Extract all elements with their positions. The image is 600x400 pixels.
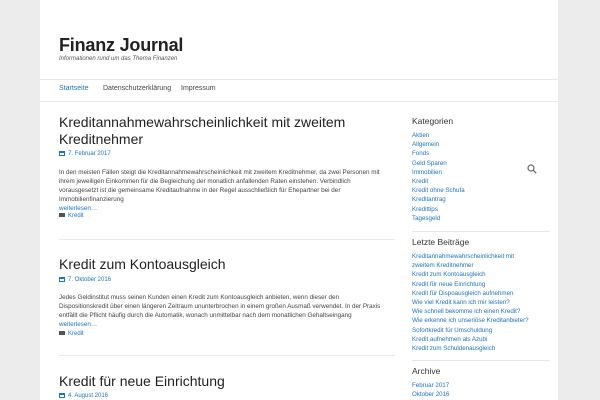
post-excerpt: Jedes Geldinstitut muss seinen Kunden ei… xyxy=(59,293,389,329)
site-title[interactable]: Finanz Journal xyxy=(59,35,183,56)
recent-post-link[interactable]: zweitem Kreditnehmer xyxy=(412,261,529,270)
recent-post-link[interactable]: Sofortkredit für Umschuldung xyxy=(412,326,529,335)
category-link[interactable]: Geld Sparen xyxy=(412,159,465,168)
archive-link[interactable]: Oktober 2016 xyxy=(412,390,450,399)
post-divider xyxy=(59,239,395,240)
site-header: Finanz Journal Informationen rund um das… xyxy=(40,0,558,80)
post-category[interactable]: Kredit xyxy=(59,213,84,219)
calendar-icon xyxy=(59,151,65,156)
main-navigation: Startseite Datenschutzerklärung Impressu… xyxy=(40,80,558,174)
folder-icon xyxy=(59,213,65,217)
excerpt-text: In den meisten Fällen steigt die Kredita… xyxy=(59,169,380,203)
widget-title-categories: Kategorien xyxy=(412,116,454,126)
category-link[interactable]: Aktien xyxy=(412,131,465,140)
category-link[interactable]: Allgemein xyxy=(412,140,465,149)
recent-posts-list: Kreditannahmewahrscheinlichkeit mit zwei… xyxy=(412,252,529,353)
calendar-icon xyxy=(59,393,65,398)
recent-post-link[interactable]: Kreditannahmewahrscheinlichkeit mit xyxy=(412,252,529,261)
site-description: Informationen rund um das Thema Finanzen xyxy=(59,56,178,62)
nav-divider xyxy=(40,101,558,102)
read-more-link[interactable]: weiterlesen… xyxy=(59,321,97,328)
recent-post-link[interactable]: Kredit für Dispoausgleich aufnehmen xyxy=(412,289,529,298)
search-icon[interactable] xyxy=(527,164,537,174)
folder-icon xyxy=(59,331,65,335)
page: Finanz Journal Informationen rund um das… xyxy=(40,0,558,400)
post-title[interactable]: Kredit für neue Einrichtung xyxy=(59,373,389,390)
category-link[interactable]: Kreditantrag xyxy=(412,195,465,204)
post-date-text[interactable]: 7. Oktober 2016 xyxy=(68,277,111,283)
read-more-link[interactable]: weiterlesen… xyxy=(59,205,97,212)
widget-divider xyxy=(412,231,550,232)
recent-post-link[interactable]: Wie erkenne ich unseriöse Kreditanbieter… xyxy=(412,316,529,325)
category-link[interactable]: Kredit xyxy=(412,177,465,186)
category-link[interactable]: Fonds xyxy=(412,149,465,158)
widget-divider xyxy=(412,360,550,361)
recent-post-link[interactable]: Kredit zum Kontoausgleich xyxy=(412,270,529,279)
post-divider xyxy=(59,355,395,356)
nav-item-datenschutz[interactable]: Datenschutzerklärung xyxy=(103,85,171,92)
widget-title-recent-posts: Letzte Beiträge xyxy=(412,237,470,247)
post-category-text[interactable]: Kredit xyxy=(68,213,84,219)
recent-post-link[interactable]: Kredit aufnehmen als Azubi xyxy=(412,335,529,344)
recent-post-link[interactable]: Kredit für neue Einrichtung xyxy=(412,280,529,289)
archive-link[interactable]: Februar 2017 xyxy=(412,381,450,390)
post-date[interactable]: 4. August 2016 xyxy=(59,393,108,399)
post-date[interactable]: 7. Oktober 2016 xyxy=(59,277,111,283)
category-list: Aktien Allgemein Fonds Geld Sparen Immob… xyxy=(412,131,465,223)
excerpt-text: Jedes Geldinstitut muss seinen Kunden ei… xyxy=(59,294,381,319)
nav-item-startseite[interactable]: Startseite xyxy=(59,85,89,92)
post-category[interactable]: Kredit xyxy=(59,331,84,337)
archive-list: Februar 2017 Oktober 2016 xyxy=(412,381,450,399)
recent-post-link[interactable]: Wie schnell bekomme ich einen Kredit? xyxy=(412,307,529,316)
category-link[interactable]: Tagesgeld xyxy=(412,214,465,223)
post-date[interactable]: 7. Februar 2017 xyxy=(59,151,111,157)
recent-post-link[interactable]: Kredit zum Schuldenausgleich xyxy=(412,344,529,353)
nav-item-impressum[interactable]: Impressum xyxy=(181,85,216,92)
post-category-text[interactable]: Kredit xyxy=(68,331,84,337)
recent-post-link[interactable]: Wie viel Kredit kann ich mir leisten? xyxy=(412,298,529,307)
post-excerpt: In den meisten Fällen steigt die Kredita… xyxy=(59,168,389,213)
post-date-text[interactable]: 7. Februar 2017 xyxy=(68,151,111,157)
post-title[interactable]: Kreditannahmewahrscheinlichkeit mit zwei… xyxy=(59,114,389,148)
category-link[interactable]: Kredittips xyxy=(412,205,465,214)
category-link[interactable]: Kredit ohne Schufa xyxy=(412,186,465,195)
category-link[interactable]: Immobilien xyxy=(412,168,465,177)
widget-title-archive: Archive xyxy=(412,366,441,376)
calendar-icon xyxy=(59,277,65,282)
post-date-text[interactable]: 4. August 2016 xyxy=(68,393,108,399)
post-title[interactable]: Kredit zum Kontoausgleich xyxy=(59,256,389,273)
